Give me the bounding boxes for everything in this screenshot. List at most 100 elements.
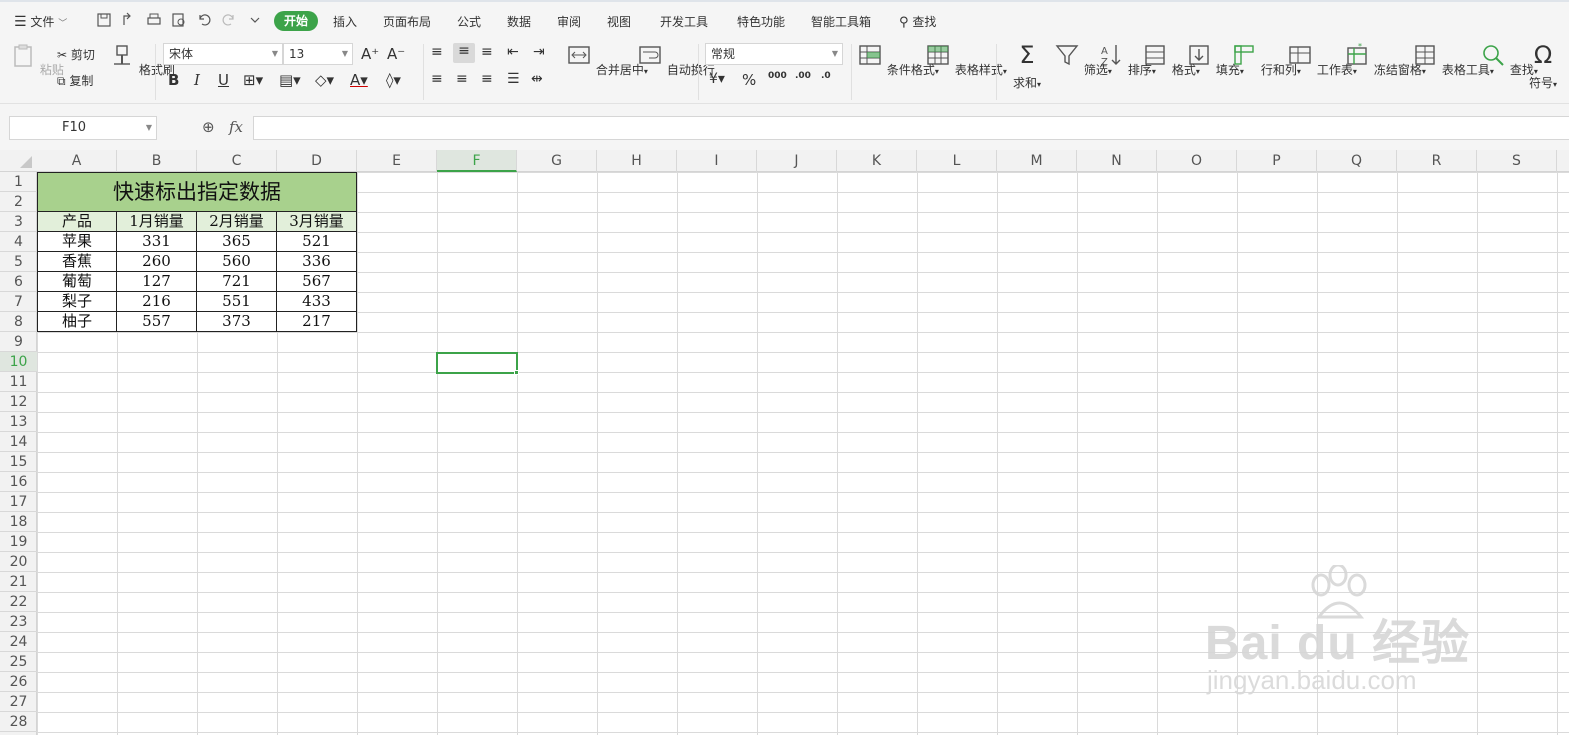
column-header-m[interactable]: M [997,150,1077,172]
find-button[interactable]: 查找▾ [1480,42,1538,78]
column-header-h[interactable]: H [597,150,677,172]
row-header-13[interactable]: 13 [0,412,37,432]
align-bottom-icon[interactable]: ≡ [481,44,493,60]
filter-button[interactable]: 筛选▾ [1054,42,1112,78]
column-header-q[interactable]: Q [1317,150,1397,172]
table-cell[interactable]: 567 [277,272,357,292]
column-header-g[interactable]: G [517,150,597,172]
column-header-n[interactable]: N [1077,150,1157,172]
fx-icon[interactable]: fx [229,118,243,136]
table-cell[interactable]: 香蕉 [37,252,117,272]
row-header-18[interactable]: 18 [0,512,37,532]
copy-button[interactable]: ⧉ 复制 [57,72,93,89]
cut-button[interactable]: ✂ 剪切 [57,46,95,63]
tab-special-features[interactable]: 特色功能 [737,13,785,30]
table-header-cell[interactable]: 1月销量 [117,212,197,232]
row-header-4[interactable]: 4 [0,232,37,252]
column-header-j[interactable]: J [757,150,837,172]
row-header-8[interactable]: 8 [0,312,37,332]
align-top-icon[interactable]: ≡ [431,44,443,60]
distributed-icon[interactable]: ⇹ [531,71,543,87]
freeze-panes-button[interactable]: * 冻结窗格▾ [1344,42,1426,78]
fill-color-icon[interactable]: ◇▾ [315,71,334,89]
table-cell[interactable]: 331 [117,232,197,252]
tab-page-layout[interactable]: 页面布局 [383,13,431,30]
column-header-d[interactable]: D [277,150,357,172]
worksheet-button[interactable]: 工作表▾ [1287,42,1357,78]
sort-button[interactable]: AZ 排序▾ [1098,42,1156,78]
row-header-25[interactable]: 25 [0,652,37,672]
row-header-9[interactable]: 9 [0,332,37,352]
column-header-a[interactable]: A [37,150,117,172]
row-header-12[interactable]: 12 [0,392,37,412]
row-header-10[interactable]: 10 [0,352,37,372]
print-preview-icon[interactable] [171,12,187,28]
table-cell[interactable]: 557 [117,312,197,332]
table-cell[interactable]: 127 [117,272,197,292]
column-header-o[interactable]: O [1157,150,1237,172]
table-cell[interactable]: 梨子 [37,292,117,312]
row-header-7[interactable]: 7 [0,292,37,312]
border-icon[interactable]: ⊞▾ [243,71,263,89]
tab-view[interactable]: 视图 [607,13,631,30]
table-cell[interactable]: 560 [197,252,277,272]
active-cell-selection[interactable] [436,352,519,375]
column-header-i[interactable]: I [677,150,757,172]
tab-developer[interactable]: 开发工具 [660,13,708,30]
conditional-format-button[interactable]: 条件格式▾ [857,42,939,78]
table-cell[interactable]: 721 [197,272,277,292]
format-button[interactable]: 格式▾ [1142,42,1200,78]
tab-smart-toolbox[interactable]: 智能工具箱 [811,13,871,30]
table-cell[interactable]: 373 [197,312,277,332]
search-button[interactable]: ⚲ 查找 [899,13,936,30]
tab-insert[interactable]: 插入 [333,13,357,30]
row-header-23[interactable]: 23 [0,612,37,632]
name-box[interactable]: F10 ▼ [9,116,157,140]
column-header-c[interactable]: C [197,150,277,172]
redo-icon[interactable] [221,12,237,28]
table-cell[interactable]: 260 [117,252,197,272]
column-header-k[interactable]: K [837,150,917,172]
row-header-21[interactable]: 21 [0,572,37,592]
row-header-16[interactable]: 16 [0,472,37,492]
row-header-2[interactable]: 2 [0,192,37,212]
currency-icon[interactable]: ¥▾ [709,71,725,87]
table-cell[interactable]: 217 [277,312,357,332]
font-size-select[interactable]: 13 ▼ [283,43,353,65]
column-header-e[interactable]: E [357,150,437,172]
table-tools-button[interactable]: 表格工具▾ [1412,42,1494,78]
column-header-b[interactable]: B [117,150,197,172]
row-header-1[interactable]: 1 [0,172,37,192]
table-cell[interactable]: 苹果 [37,232,117,252]
customize-toolbar-icon[interactable] [247,12,263,28]
paste-button[interactable]: 粘贴 [10,42,64,78]
save-icon[interactable] [96,12,112,28]
table-title-cell[interactable]: 快速标出指定数据 [37,172,357,212]
table-cell[interactable]: 336 [277,252,357,272]
font-name-select[interactable]: 宋体 ▼ [163,43,283,65]
align-left-icon[interactable]: ≡ [431,71,443,87]
column-header-l[interactable]: L [917,150,997,172]
font-color-icon[interactable]: A▾ [350,71,368,89]
tab-formulas[interactable]: 公式 [457,13,481,30]
row-header-15[interactable]: 15 [0,452,37,472]
increase-decimal-icon[interactable]: .00 [795,71,811,81]
increase-indent-icon[interactable]: ⇥ [533,44,545,60]
row-header-26[interactable]: 26 [0,672,37,692]
row-header-24[interactable]: 24 [0,632,37,652]
file-menu[interactable]: ☰ 文件 ﹀ [14,13,67,30]
row-header-6[interactable]: 6 [0,272,37,292]
column-header-r[interactable]: R [1397,150,1477,172]
wrap-text-button[interactable]: 自动换行 [637,42,715,78]
cell-style-icon[interactable]: ▤▾ [279,71,301,89]
align-center-icon[interactable]: ≡ [456,71,468,87]
column-header-f[interactable]: F [437,150,517,172]
table-cell[interactable]: 柚子 [37,312,117,332]
table-cell[interactable]: 521 [277,232,357,252]
tab-home[interactable]: 开始 [274,11,318,31]
row-header-5[interactable]: 5 [0,252,37,272]
row-header-22[interactable]: 22 [0,592,37,612]
italic-icon[interactable]: I [194,71,200,89]
fill-button[interactable]: 填充▾ [1186,42,1244,78]
fill-handle[interactable] [514,370,519,375]
